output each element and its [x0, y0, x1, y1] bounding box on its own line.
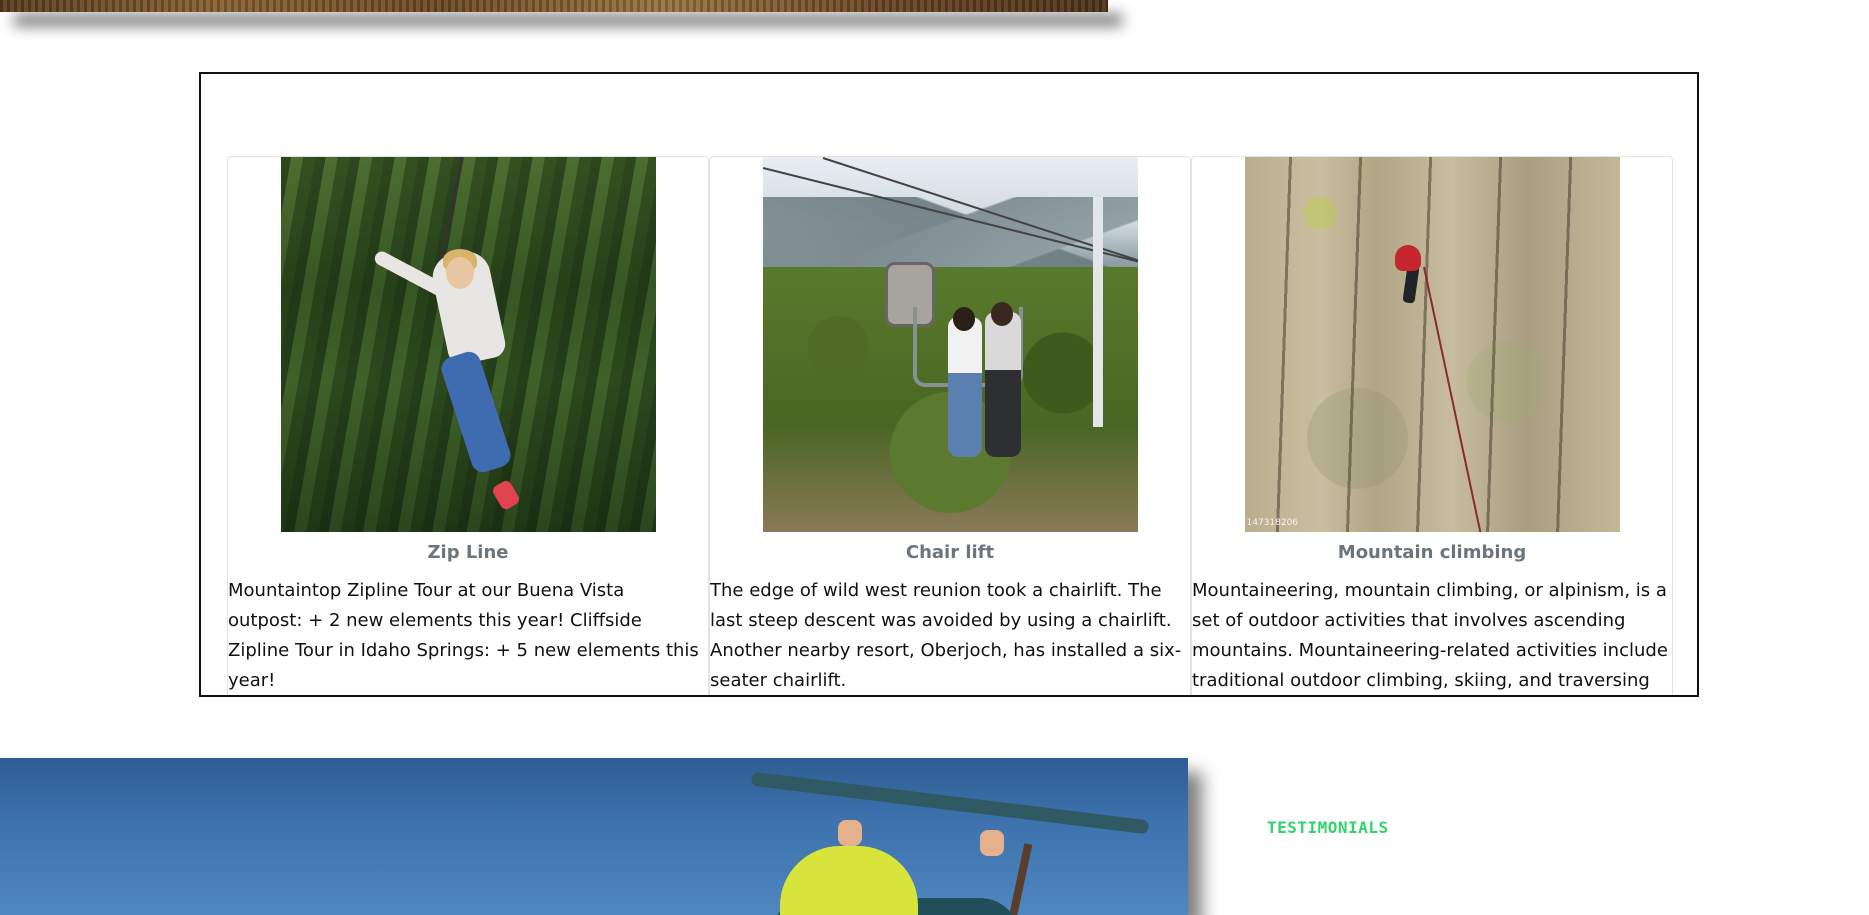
chair-lift-image	[762, 157, 1138, 532]
top-banner-image	[0, 0, 1108, 12]
card-title: Chair lift	[905, 542, 995, 563]
card-title: Mountain climbing	[1337, 542, 1527, 563]
image-caption: 147318206	[1246, 518, 1299, 528]
card-title: Zip Line	[427, 542, 509, 563]
card-text: The edge of wild west reunion took a cha…	[710, 580, 1182, 691]
activity-card-chair-lift[interactable]: Chair lift The edge of wild west reunion…	[709, 156, 1191, 695]
activity-card-zip-line[interactable]: Zip Line Mountaintop Zipline Tour at our…	[227, 156, 709, 695]
mountain-climbing-image: 147318206	[1244, 157, 1620, 532]
card-text: Mountaintop Zipline Tour at our Buena Vi…	[228, 580, 699, 691]
activity-cards: Zip Line Mountaintop Zipline Tour at our…	[227, 156, 1673, 695]
testimonials-hero-image	[0, 758, 1188, 915]
activity-card-mountain-climbing[interactable]: 147318206 Mountain climbing Mountaineeri…	[1191, 156, 1673, 695]
card-text: Mountaineering, mountain climbing, or al…	[1192, 580, 1668, 691]
activities-section: Zip Line Mountaintop Zipline Tour at our…	[199, 72, 1699, 697]
zip-line-image	[280, 157, 656, 532]
testimonials-heading: TESTIMONIALS	[1267, 818, 1389, 837]
